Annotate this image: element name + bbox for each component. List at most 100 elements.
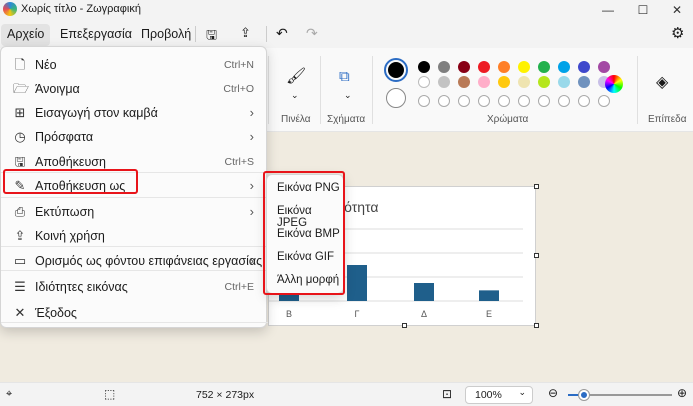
menu-separator (1, 322, 268, 323)
title-bar: Χωρίς τίτλο - Ζωγραφική — ☐ ✕ (0, 0, 693, 20)
menu-bar: Αρχείο Επεξεργασία Προβολή 🖫 ⇪ ↶ ↷ ⚙ (0, 20, 693, 48)
color-swatch[interactable] (418, 76, 430, 88)
color-swatch[interactable] (438, 76, 450, 88)
custom-color-slot[interactable] (518, 95, 530, 107)
menubar-divider (195, 26, 196, 42)
file-menu-item[interactable]: ⇪ Κοινή χρήση (5, 224, 264, 248)
minimize-icon[interactable]: — (591, 0, 625, 20)
paint-app-icon (3, 2, 17, 16)
save-icon: 🖫 (14, 154, 26, 169)
resize-handle[interactable] (534, 253, 539, 258)
menu-separator (1, 197, 268, 198)
zoom-slider-thumb[interactable] (579, 390, 589, 400)
shortcut-label: Ctrl+N (223, 59, 254, 71)
redo-icon[interactable]: ↷ (306, 25, 318, 42)
layers-group-label: Επίπεδα (648, 114, 687, 125)
file-menu-item[interactable]: ⎙ Εκτύπωση › (5, 200, 264, 224)
menu-view[interactable]: Προβολή (135, 24, 197, 46)
color-swatch[interactable] (498, 61, 510, 73)
chart-bar (347, 265, 367, 301)
chevron-down-icon: ⌄ (518, 387, 526, 397)
zoom-select[interactable]: 100% ⌄ (465, 386, 533, 404)
custom-color-slot[interactable] (578, 95, 590, 107)
file-menu-item[interactable]: ◷ Πρόσφατα › (5, 125, 264, 149)
chart-tick-label: Γ (355, 309, 360, 319)
color-swatch[interactable] (418, 61, 430, 73)
exit-icon: ✕ (14, 305, 26, 320)
color-swatch[interactable] (578, 61, 590, 73)
chevron-right-icon: › (249, 105, 254, 120)
shapes-icon[interactable]: ⧉ (339, 68, 350, 85)
chevron-down-icon[interactable]: ⌄ (291, 90, 299, 101)
zoom-in-icon[interactable]: ⊕ (677, 386, 687, 400)
zoom-out-icon[interactable]: ⊖ (548, 386, 558, 400)
chart-tick-label: Β (286, 309, 292, 319)
file-menu-item[interactable]: ☰ Ιδιότητες εικόνας Ctrl+E (5, 275, 264, 299)
custom-color-slot[interactable] (598, 95, 610, 107)
color-swatch[interactable] (438, 61, 450, 73)
custom-color-slot[interactable] (538, 95, 550, 107)
save-icon[interactable]: 🖫 (206, 26, 217, 48)
primary-color-swatch (388, 62, 404, 78)
layers-icon[interactable]: ◈ (656, 72, 668, 92)
file-menu-item-label: Ιδιότητες εικόνας (35, 280, 128, 294)
file-menu-item-label: Εκτύπωση (35, 205, 95, 219)
resize-handle[interactable] (402, 323, 407, 328)
primary-color-button[interactable] (384, 58, 408, 82)
file-menu-item[interactable]: 🗁 Άνοιγμα Ctrl+O (5, 77, 264, 101)
settings-gear-icon[interactable]: ⚙ (671, 24, 684, 42)
color-swatch[interactable] (598, 61, 610, 73)
color-swatch[interactable] (458, 76, 470, 88)
color-picker-icon[interactable] (605, 75, 623, 93)
brushes-group-label: Πινέλα (281, 114, 311, 125)
undo-icon[interactable]: ↶ (276, 25, 288, 42)
ribbon-divider (372, 56, 373, 124)
color-swatch[interactable] (558, 76, 570, 88)
custom-color-slot[interactable] (418, 95, 430, 107)
maximize-icon[interactable]: ☐ (626, 0, 660, 20)
file-menu-item-label: Εισαγωγή στον καμβά (35, 106, 158, 120)
fit-to-window-icon[interactable]: ⊡ (442, 387, 452, 401)
share-icon: ⇪ (14, 228, 26, 243)
menu-edit[interactable]: Επεξεργασία (54, 24, 138, 46)
color-swatch[interactable] (578, 76, 590, 88)
color-swatch[interactable] (458, 61, 470, 73)
menu-separator (1, 246, 268, 247)
menu-file[interactable]: Αρχείο (1, 24, 51, 46)
custom-color-slot[interactable] (498, 95, 510, 107)
file-menu-item-label: Νέο (35, 58, 57, 72)
color-swatch[interactable] (518, 61, 530, 73)
print-icon: ⎙ (14, 204, 26, 219)
color-swatch[interactable] (538, 61, 550, 73)
share-icon[interactable]: ⇪ (240, 25, 251, 41)
color-swatch[interactable] (498, 76, 510, 88)
file-menu-item[interactable]: ⊞ Εισαγωγή στον καμβά › (5, 101, 264, 125)
custom-color-slot[interactable] (438, 95, 450, 107)
resize-handle[interactable] (534, 184, 539, 189)
wallpaper-icon: ▭ (13, 253, 27, 268)
color-swatch[interactable] (538, 76, 550, 88)
custom-color-slot[interactable] (458, 95, 470, 107)
close-icon[interactable]: ✕ (660, 0, 693, 20)
file-menu-item[interactable]: 🗋 Νέο Ctrl+N (5, 53, 264, 77)
chevron-down-icon[interactable]: ⌄ (344, 90, 352, 101)
file-menu-item-label: Ορισμός ως φόντου επιφάνειας εργασίας (35, 254, 263, 268)
shapes-group-label: Σχήματα (327, 114, 366, 125)
brush-icon[interactable]: 🖌 (286, 66, 306, 86)
file-menu-item-label: Άνοιγμα (35, 82, 80, 96)
resize-handle[interactable] (534, 323, 539, 328)
custom-color-slot[interactable] (558, 95, 570, 107)
color-swatch[interactable] (558, 61, 570, 73)
ribbon-divider (637, 56, 638, 124)
chevron-right-icon: › (249, 204, 254, 219)
secondary-color-button[interactable] (386, 88, 406, 108)
new-file-icon: 🗋 (14, 57, 26, 72)
window-title: Χωρίς τίτλο - Ζωγραφική (21, 3, 141, 15)
color-swatch[interactable] (478, 61, 490, 73)
color-swatch[interactable] (478, 76, 490, 88)
chart-tick-label: Ε (486, 309, 492, 319)
properties-icon: ☰ (14, 279, 26, 294)
custom-color-slot[interactable] (478, 95, 490, 107)
color-swatch[interactable] (518, 76, 530, 88)
shortcut-label: Ctrl+E (224, 281, 254, 293)
